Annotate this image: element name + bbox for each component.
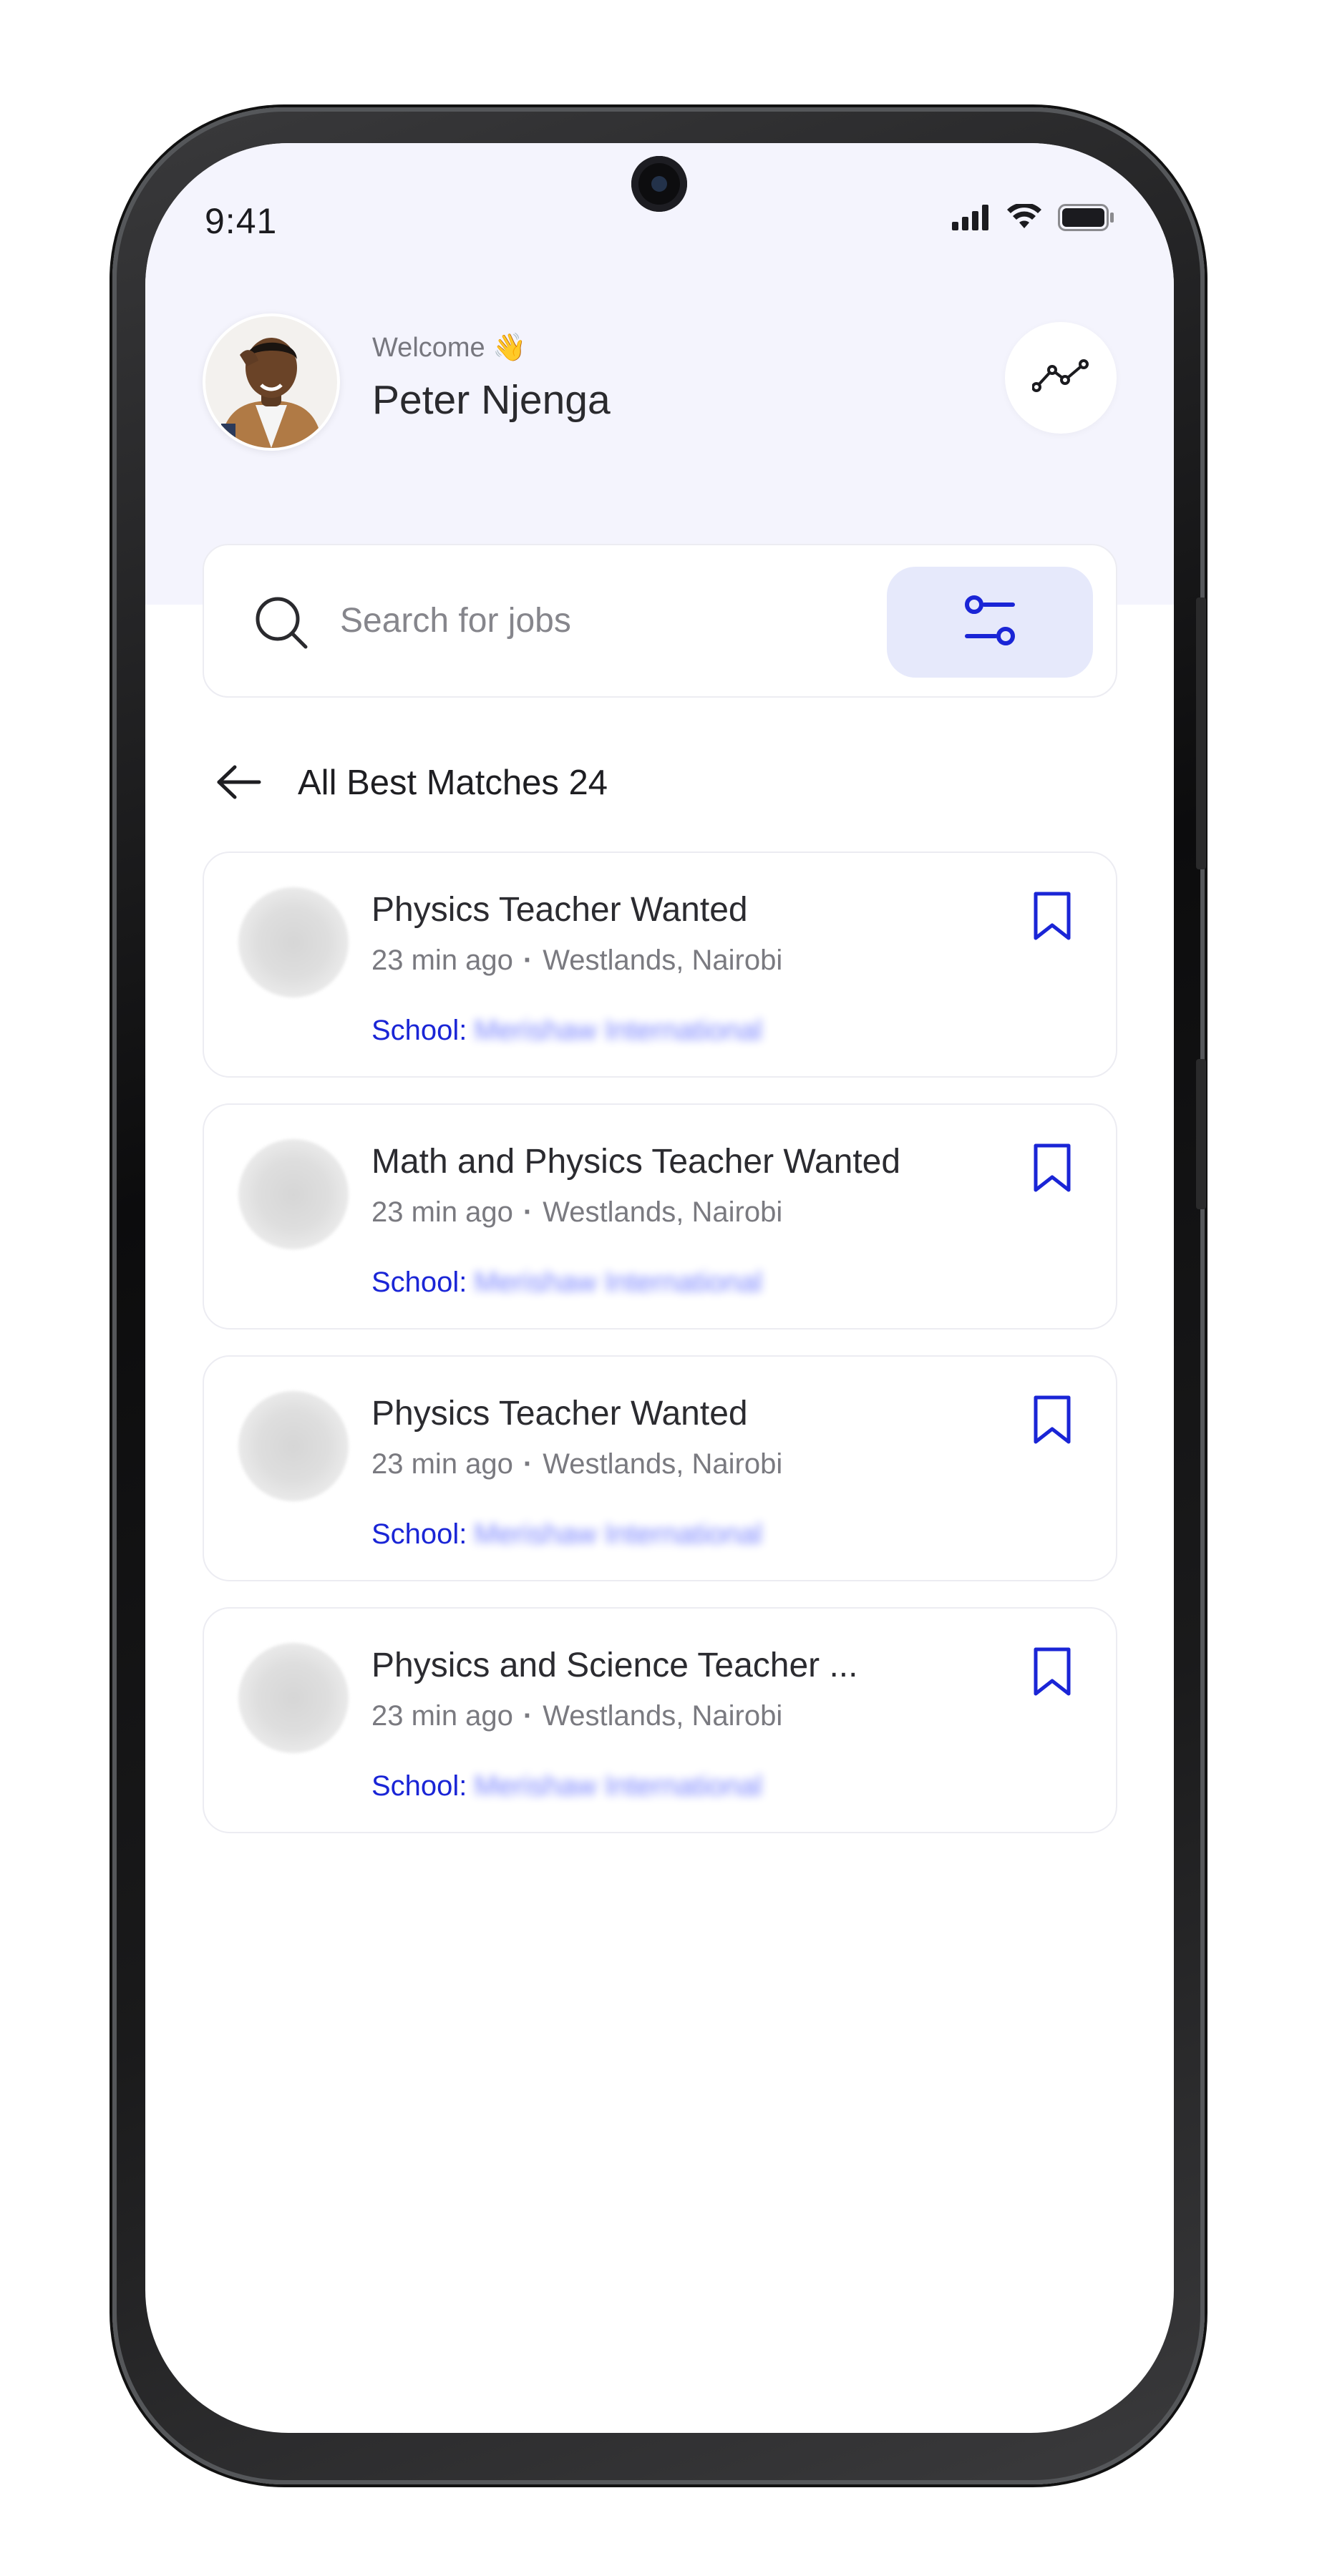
job-school: School: Merishaw International <box>371 1267 762 1299</box>
bookmark-icon <box>1031 1395 1073 1448</box>
job-title: Math and Physics Teacher Wanted <box>371 1143 901 1181</box>
job-location: Westlands, Nairobi <box>543 1700 783 1732</box>
job-card[interactable]: Math and Physics Teacher Wanted 23 min a… <box>203 1103 1117 1330</box>
stats-button[interactable] <box>1005 322 1117 434</box>
search-bar <box>203 544 1117 698</box>
volume-button <box>1196 1059 1206 1209</box>
job-posted-time: 23 min ago <box>371 945 513 976</box>
school-logo <box>238 1139 349 1249</box>
job-meta: 23 min ago · Westlands, Nairobi <box>371 1196 782 1229</box>
school-label: School: <box>371 1770 467 1802</box>
bookmark-button[interactable] <box>1027 889 1077 946</box>
bookmark-icon <box>1031 1646 1073 1700</box>
phone-screen: 9:41 Welcome 👋 Peter Njenga Search for j… <box>145 143 1174 2433</box>
filter-sliders-icon <box>963 593 1017 651</box>
meta-separator: · <box>523 1448 533 1480</box>
school-label: School: <box>371 1267 467 1298</box>
school-label: School: <box>371 1015 467 1046</box>
school-name: Merishaw International <box>474 1015 762 1046</box>
bookmark-button[interactable] <box>1027 1644 1077 1702</box>
user-name: Peter Njenga <box>372 377 611 423</box>
school-name: Merishaw International <box>474 1518 762 1550</box>
status-time: 9:41 <box>205 201 278 241</box>
battery-icon <box>1058 204 1115 235</box>
job-school: School: Merishaw International <box>371 1770 762 1802</box>
job-meta: 23 min ago · Westlands, Nairobi <box>371 1700 782 1732</box>
front-camera <box>631 156 687 212</box>
meta-separator: · <box>523 1700 533 1732</box>
meta-separator: · <box>523 945 533 976</box>
school-logo <box>238 887 349 997</box>
job-title: Physics Teacher Wanted <box>371 891 748 929</box>
job-posted-time: 23 min ago <box>371 1448 513 1480</box>
avatar[interactable] <box>203 313 340 451</box>
back-button[interactable] <box>210 758 267 809</box>
welcome-greeting: Welcome 👋 <box>372 333 527 363</box>
job-location: Westlands, Nairobi <box>543 1196 783 1228</box>
job-card[interactable]: Physics Teacher Wanted 23 min ago · Westla… <box>203 1355 1117 1581</box>
wifi-icon <box>1006 203 1042 235</box>
school-logo <box>238 1643 349 1753</box>
arrow-left-icon <box>215 764 262 804</box>
search-input[interactable] <box>339 588 840 653</box>
search-icon <box>254 595 308 653</box>
job-card[interactable]: Physics and Science Teacher ... 23 min a… <box>203 1607 1117 1833</box>
bookmark-icon <box>1031 1143 1073 1196</box>
section-title: All Best Matches 24 <box>298 763 608 802</box>
job-location: Westlands, Nairobi <box>543 945 783 976</box>
bookmark-button[interactable] <box>1027 1392 1077 1450</box>
job-location: Westlands, Nairobi <box>543 1448 783 1480</box>
job-posted-time: 23 min ago <box>371 1196 513 1228</box>
job-title: Physics and Science Teacher ... <box>371 1646 858 1684</box>
meta-separator: · <box>523 1196 533 1228</box>
bookmark-button[interactable] <box>1027 1141 1077 1198</box>
job-school: School: Merishaw International <box>371 1015 762 1047</box>
school-label: School: <box>371 1518 467 1550</box>
school-name: Merishaw International <box>474 1267 762 1298</box>
job-title: Physics Teacher Wanted <box>371 1395 748 1433</box>
bookmark-icon <box>1031 891 1073 945</box>
job-card[interactable]: Physics Teacher Wanted 23 min ago · Westla… <box>203 852 1117 1078</box>
filter-button[interactable] <box>887 567 1093 678</box>
job-posted-time: 23 min ago <box>371 1700 513 1732</box>
power-button <box>1196 597 1206 869</box>
school-name: Merishaw International <box>474 1770 762 1802</box>
job-school: School: Merishaw International <box>371 1518 762 1551</box>
trend-chart-icon <box>1031 358 1089 398</box>
school-logo <box>238 1391 349 1501</box>
job-meta: 23 min ago · Westlands, Nairobi <box>371 945 782 977</box>
job-meta: 23 min ago · Westlands, Nairobi <box>371 1448 782 1480</box>
status-icons <box>952 203 1115 235</box>
signal-icon <box>952 205 991 234</box>
